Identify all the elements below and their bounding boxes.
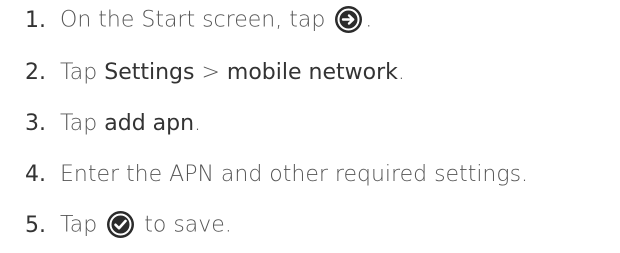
step-number: 5. [25, 212, 46, 238]
step-text-after: . [365, 7, 373, 32]
step-4: 4. Enter the APN and other required sett… [0, 154, 528, 194]
step-text-before: Tap [60, 212, 105, 237]
step-text: Tap to save. [60, 210, 232, 240]
path-separator: > [194, 59, 227, 85]
step-text: Tap add apn. [60, 111, 201, 136]
step-text: Enter the APN and other required setting… [60, 161, 529, 187]
step-3: 3. Tap add apn. [0, 103, 201, 143]
step-text-before: On the Start screen, tap [60, 7, 333, 32]
step-2: 2. Tap Settings > mobile network. [0, 52, 405, 92]
step-number: 3. [25, 110, 46, 136]
settings-label: Settings [104, 59, 195, 85]
add-apn-label: add apn [104, 110, 195, 136]
step-text-before: Tap [60, 59, 105, 85]
checkmark-circle-icon [106, 210, 135, 239]
instruction-steps: 1. On the Start screen, tap . 2. Tap Set… [0, 0, 620, 253]
step-text: Tap Settings > mobile network. [60, 60, 405, 85]
step-1: 1. On the Start screen, tap . [0, 0, 372, 40]
arrow-right-circle-icon [334, 5, 363, 34]
step-number: 2. [25, 59, 46, 85]
step-text-after: . [397, 59, 405, 85]
step-5: 5. Tap to save. [0, 205, 232, 245]
step-number: 1. [25, 7, 46, 33]
step-text-before: Tap [60, 110, 105, 136]
step-text: On the Start screen, tap . [60, 5, 373, 35]
step-number: 4. [25, 161, 46, 187]
step-text-after: . [194, 110, 202, 136]
mobile-network-label: mobile network [226, 59, 398, 85]
step-text-after: to save. [137, 212, 232, 237]
